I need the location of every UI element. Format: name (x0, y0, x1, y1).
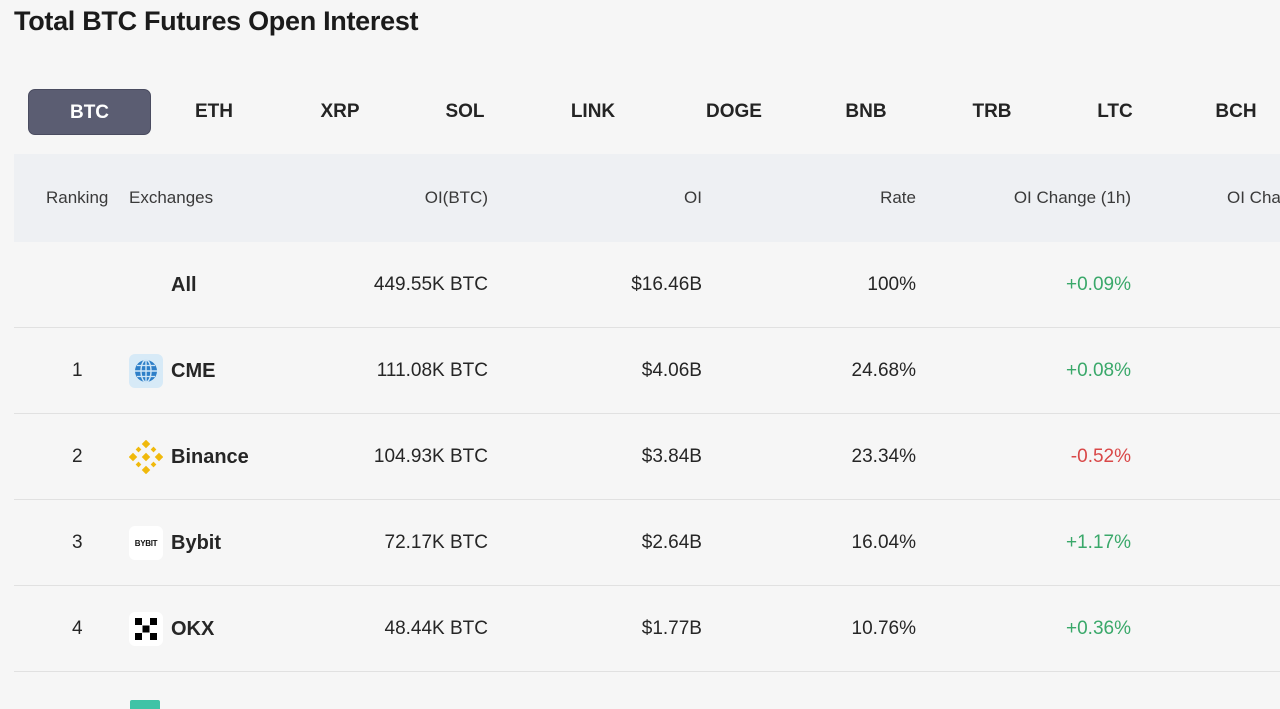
tab-link[interactable]: LINK (547, 89, 639, 135)
rank-value: 1 (72, 360, 83, 381)
tab-eth[interactable]: ETH (168, 89, 260, 135)
table-row[interactable]: 3 BYBIT Bybit 72.17K BTC $2.64B 16.04% +… (14, 500, 1280, 586)
exchange-name[interactable]: Binance (171, 414, 249, 500)
oi-btc-value: 111.08K BTC (376, 360, 488, 381)
rate-value: 16.04% (851, 532, 916, 553)
table-row[interactable]: 1 CME 111.08K BTC $4.06B 24.68% +0.08% (14, 328, 1280, 414)
oi-btc-value: 104.93K BTC (373, 446, 488, 467)
tab-doge[interactable]: DOGE (688, 89, 780, 135)
oi-change-1h-value: +0.09% (1066, 274, 1131, 295)
header-oi-change-1h[interactable]: OI Change (1h) (1014, 154, 1131, 242)
header-oi[interactable]: OI (684, 154, 702, 242)
oi-change-1h-value: -0.52% (1070, 446, 1131, 467)
header-oi-btc[interactable]: OI(BTC) (425, 154, 488, 242)
exchange-name[interactable]: CME (171, 328, 215, 414)
next-row-logo-partial (130, 700, 160, 709)
table-row[interactable]: All 449.55K BTC $16.46B 100% +0.09% (14, 242, 1280, 328)
tab-bch[interactable]: BCH (1192, 89, 1280, 135)
oi-change-1h-value: +1.17% (1066, 532, 1131, 553)
exchange-name[interactable]: Bybit (171, 500, 221, 586)
tab-ltc[interactable]: LTC (1069, 89, 1161, 135)
oi-value: $16.46B (631, 274, 702, 295)
bybit-icon: BYBIT (129, 526, 163, 560)
rate-value: 10.76% (851, 618, 916, 639)
oi-btc-value: 48.44K BTC (384, 618, 489, 639)
table-header: Ranking Exchanges OI(BTC) OI Rate OI Cha… (14, 154, 1280, 242)
oi-value: $3.84B (641, 446, 702, 467)
oi-btc-value: 449.55K BTC (373, 274, 488, 295)
tab-sol[interactable]: SOL (419, 89, 511, 135)
tab-bnb[interactable]: BNB (820, 89, 912, 135)
header-exchanges[interactable]: Exchanges (129, 154, 213, 242)
okx-icon (129, 612, 163, 646)
oi-btc-value: 72.17K BTC (384, 532, 489, 553)
tab-trb[interactable]: TRB (946, 89, 1038, 135)
header-ranking[interactable]: Ranking (46, 154, 108, 242)
binance-icon (129, 440, 163, 474)
tab-btc[interactable]: BTC (28, 89, 151, 135)
header-rate[interactable]: Rate (880, 154, 916, 242)
exchange-name[interactable]: OKX (171, 586, 214, 672)
bybit-logo-text: BYBIT (134, 538, 158, 548)
tab-xrp[interactable]: XRP (294, 89, 386, 135)
oi-change-1h-value: +0.36% (1066, 618, 1131, 639)
rate-value: 24.68% (851, 360, 916, 381)
oi-value: $2.64B (641, 532, 702, 553)
rate-value: 100% (867, 274, 916, 295)
exchange-name: All (171, 274, 197, 296)
cme-globe-icon (129, 354, 163, 388)
oi-value: $4.06B (641, 360, 702, 381)
page-title: Total BTC Futures Open Interest (14, 6, 419, 36)
table-row[interactable]: 4 OKX 48.44K BTC $1.77B 10.76% +0.36% (14, 586, 1280, 672)
rank-value: 3 (72, 532, 83, 553)
oi-change-1h-value: +0.08% (1066, 360, 1131, 381)
rank-value: 2 (72, 446, 83, 467)
coin-tabs: BTC ETH XRP SOL LINK DOGE BNB TRB LTC BC… (28, 89, 1280, 135)
rank-value: 4 (72, 618, 83, 639)
header-oi-change-cut[interactable]: OI Cha (1227, 154, 1280, 242)
oi-value: $1.77B (641, 618, 702, 639)
table-row[interactable]: 2 Binance 104.93K BTC $3.84B 23.34% -0.5… (14, 414, 1280, 500)
rate-value: 23.34% (851, 446, 916, 467)
